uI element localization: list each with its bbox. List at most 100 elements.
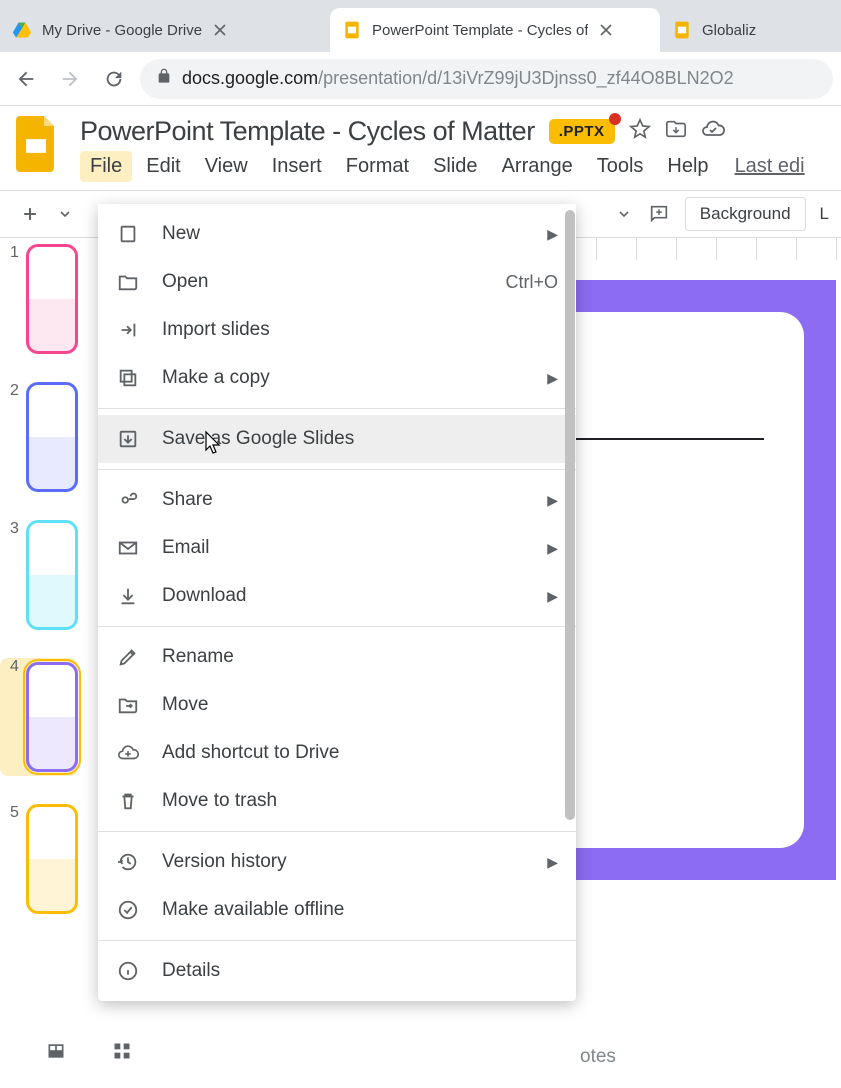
menubar: File Edit View Insert Format Slide Arran… (80, 151, 825, 182)
save-icon (116, 428, 140, 450)
browser-tab[interactable]: PowerPoint Template - Cycles of (330, 8, 660, 52)
new-slide-button[interactable] (12, 196, 48, 232)
app-header: PowerPoint Template - Cycles of Matter .… (0, 106, 841, 182)
menu-edit[interactable]: Edit (136, 151, 190, 182)
new-slide-dropdown[interactable] (56, 196, 74, 232)
background-button[interactable]: Background (685, 197, 806, 231)
email-icon (116, 537, 140, 559)
view-mode-icons (46, 1041, 132, 1066)
thumbnail-4[interactable]: 4 (0, 658, 78, 776)
file-menu-dropdown: New▶ Open Ctrl+O Import slides Make a cop… (98, 204, 576, 1001)
share-icon (116, 489, 140, 511)
file-menu-import[interactable]: Import slides (98, 306, 576, 354)
filmstrip-view-icon[interactable] (46, 1041, 66, 1066)
menu-item-label: Move (162, 694, 208, 716)
forward-button[interactable] (52, 61, 88, 97)
open-icon (116, 271, 140, 293)
drive-icon (12, 20, 32, 40)
menu-item-label: Move to trash (162, 790, 277, 812)
file-menu-copy[interactable]: Make a copy▶ (98, 354, 576, 402)
thumbnail-3[interactable]: 3 (0, 520, 78, 630)
tab-title: Globaliz (702, 22, 756, 39)
menu-item-label: Email (162, 537, 210, 559)
file-menu-offline[interactable]: Make available offline (98, 886, 576, 934)
reload-button[interactable] (96, 61, 132, 97)
close-icon[interactable] (212, 22, 228, 38)
comment-button[interactable] (641, 196, 677, 232)
file-menu-move[interactable]: Move (98, 681, 576, 729)
close-icon[interactable] (598, 22, 614, 38)
menu-scrollbar[interactable] (564, 204, 576, 844)
last-edit-link[interactable]: Last edi (735, 155, 805, 178)
file-menu-save[interactable]: Save as Google Slides (98, 415, 576, 463)
thumbnail-5[interactable]: 5 (0, 804, 78, 914)
tab-title: PowerPoint Template - Cycles of (372, 22, 588, 39)
file-menu-share[interactable]: Share▶ (98, 476, 576, 524)
menu-separator (98, 408, 576, 409)
keyboard-shortcut: Ctrl+O (505, 272, 558, 293)
submenu-arrow-icon: ▶ (547, 492, 558, 509)
details-icon (116, 960, 140, 982)
cursor-icon (202, 430, 224, 462)
menu-item-label: Make a copy (162, 367, 270, 389)
menu-insert[interactable]: Insert (262, 151, 332, 182)
star-icon[interactable] (629, 118, 651, 145)
menu-separator (98, 831, 576, 832)
browser-tab[interactable]: Globaliz (660, 8, 770, 52)
slides-icon (672, 20, 692, 40)
menu-format[interactable]: Format (336, 151, 419, 182)
menu-item-label: Details (162, 960, 220, 982)
submenu-arrow-icon: ▶ (547, 540, 558, 557)
history-icon (116, 851, 140, 873)
menu-item-label: Open (162, 271, 208, 293)
rename-icon (116, 646, 140, 668)
move-to-folder-icon[interactable] (665, 118, 687, 145)
slides-icon (342, 20, 362, 40)
paint-dropdown[interactable] (615, 196, 633, 232)
url-path: /presentation/d/13iVrZ99jU3Djnss0_zf44O8… (318, 68, 734, 88)
menu-arrange[interactable]: Arrange (492, 151, 583, 182)
url-host: docs.google.com (182, 68, 318, 88)
grid-view-icon[interactable] (112, 1041, 132, 1066)
pptx-badge[interactable]: .PPTX (549, 119, 615, 144)
file-menu-history[interactable]: Version history▶ (98, 838, 576, 886)
document-title[interactable]: PowerPoint Template - Cycles of Matter (80, 116, 535, 147)
download-icon (116, 585, 140, 607)
menu-file[interactable]: File (80, 151, 132, 182)
menu-separator (98, 469, 576, 470)
new-icon (116, 223, 140, 245)
browser-tab[interactable]: My Drive - Google Drive (0, 8, 330, 52)
thumbnail-1[interactable]: 1 (0, 244, 78, 354)
file-menu-new[interactable]: New▶ (98, 210, 576, 258)
file-menu-open[interactable]: Open Ctrl+O (98, 258, 576, 306)
menu-separator (98, 940, 576, 941)
file-menu-shortcut[interactable]: Add shortcut to Drive (98, 729, 576, 777)
copy-icon (116, 367, 140, 389)
menu-tools[interactable]: Tools (587, 151, 654, 182)
file-menu-download[interactable]: Download▶ (98, 572, 576, 620)
cloud-status-icon[interactable] (701, 117, 725, 146)
menu-help[interactable]: Help (657, 151, 718, 182)
move-icon (116, 694, 140, 716)
trash-icon (116, 790, 140, 812)
file-menu-details[interactable]: Details (98, 947, 576, 995)
menu-item-label: Download (162, 585, 247, 607)
tab-title: My Drive - Google Drive (42, 22, 202, 39)
lock-icon (156, 68, 172, 89)
layout-label-truncated[interactable]: L (814, 204, 829, 224)
menu-slide[interactable]: Slide (423, 151, 487, 182)
thumbnail-2[interactable]: 2 (0, 382, 78, 492)
speaker-notes-hint[interactable]: otes (580, 1046, 616, 1068)
file-menu-trash[interactable]: Move to trash (98, 777, 576, 825)
shortcut-icon (116, 742, 140, 764)
url-field[interactable]: docs.google.com/presentation/d/13iVrZ99j… (140, 59, 833, 99)
slides-logo[interactable] (16, 116, 64, 178)
menu-item-label: Import slides (162, 319, 270, 341)
menu-view[interactable]: View (195, 151, 258, 182)
file-menu-email[interactable]: Email ▶ (98, 524, 576, 572)
address-bar: docs.google.com/presentation/d/13iVrZ99j… (0, 52, 841, 106)
browser-tab-strip: My Drive - Google Drive PowerPoint Templ… (0, 0, 841, 52)
submenu-arrow-icon: ▶ (547, 226, 558, 243)
file-menu-rename[interactable]: Rename (98, 633, 576, 681)
back-button[interactable] (8, 61, 44, 97)
